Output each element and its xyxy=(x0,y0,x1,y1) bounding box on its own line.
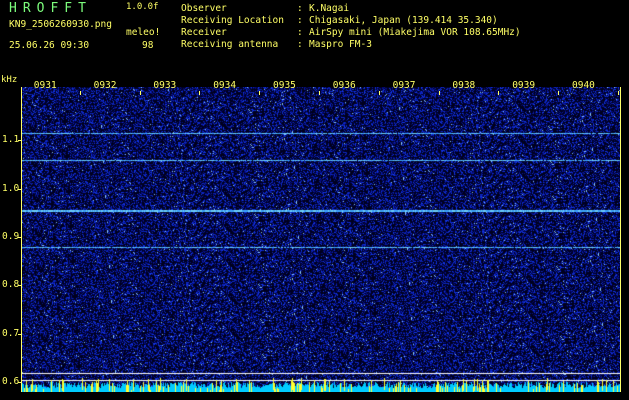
y-axis-unit-label: kHz xyxy=(1,75,18,85)
x-tick-label: 0938 xyxy=(452,80,476,91)
antenna-separator: : xyxy=(297,39,303,50)
y-tick-mark xyxy=(18,237,22,238)
y-tick-label: 0.6 xyxy=(2,376,20,388)
y-tick-mark xyxy=(18,382,22,383)
y-tick-label: 0.8 xyxy=(2,279,20,291)
x-tick-mark xyxy=(379,91,380,95)
y-tick-mark xyxy=(18,334,22,335)
receiver-value: AirSpy mini (Miakejima VOR 108.65MHz) xyxy=(309,27,521,38)
y-tick-label: 1.0 xyxy=(2,182,20,194)
x-tick-mark xyxy=(80,91,81,95)
y-tick-mark xyxy=(18,285,22,286)
y-tick-label: 0.7 xyxy=(2,327,20,339)
y-tick-label: 1.1 xyxy=(2,134,20,146)
x-tick-label: 0932 xyxy=(93,80,117,91)
x-tick-label: 0931 xyxy=(33,80,57,91)
x-tick-label: 0940 xyxy=(572,80,595,91)
y-tick-label: 0.9 xyxy=(2,231,20,243)
x-tick-mark xyxy=(140,91,141,95)
x-tick-mark xyxy=(558,91,559,95)
x-tick-label: 0939 xyxy=(512,80,536,91)
right-axis-line xyxy=(620,87,621,392)
meleo-label: meleo! xyxy=(126,27,161,38)
spectrogram-plot xyxy=(22,87,620,392)
meleo-count: 98 xyxy=(142,40,154,51)
x-tick-label: 0936 xyxy=(332,80,356,91)
date-time: 25.06.26 09:30 xyxy=(9,40,90,51)
x-tick-mark xyxy=(618,91,619,95)
x-tick-label: 0937 xyxy=(392,80,416,91)
x-tick-mark xyxy=(439,91,440,95)
x-tick-mark xyxy=(319,91,320,95)
observer-separator: : xyxy=(297,3,303,14)
x-tick-label: 0934 xyxy=(213,80,237,91)
observer-label: Observer xyxy=(181,3,227,14)
location-label: Receiving Location xyxy=(181,15,284,26)
header-panel: HROFFT 1.0.0f KN9_2506260930.png 25.06.2… xyxy=(0,0,629,72)
app-title: HROFFT xyxy=(9,1,92,16)
location-separator: : xyxy=(297,15,303,26)
y-tick-mark xyxy=(18,189,22,190)
x-tick-mark xyxy=(199,91,200,95)
file-name: KN9_2506260930.png xyxy=(9,19,112,30)
y-axis-line xyxy=(21,87,22,392)
location-value: Chigasaki, Japan (139.414 35.340) xyxy=(309,15,498,26)
antenna-label: Receiving antenna xyxy=(181,39,279,50)
y-tick-mark xyxy=(18,140,22,141)
x-tick-mark xyxy=(498,91,499,95)
x-tick-label: 0935 xyxy=(273,80,296,91)
x-tick-label: 0933 xyxy=(153,80,177,91)
receiver-label: Receiver xyxy=(181,27,227,38)
x-tick-mark xyxy=(259,91,260,95)
receiver-separator: : xyxy=(297,27,303,38)
version-label: 1.0.0f xyxy=(126,2,159,12)
observer-value: K.Nagai xyxy=(309,3,350,14)
antenna-value: Maspro FM-3 xyxy=(309,39,372,50)
